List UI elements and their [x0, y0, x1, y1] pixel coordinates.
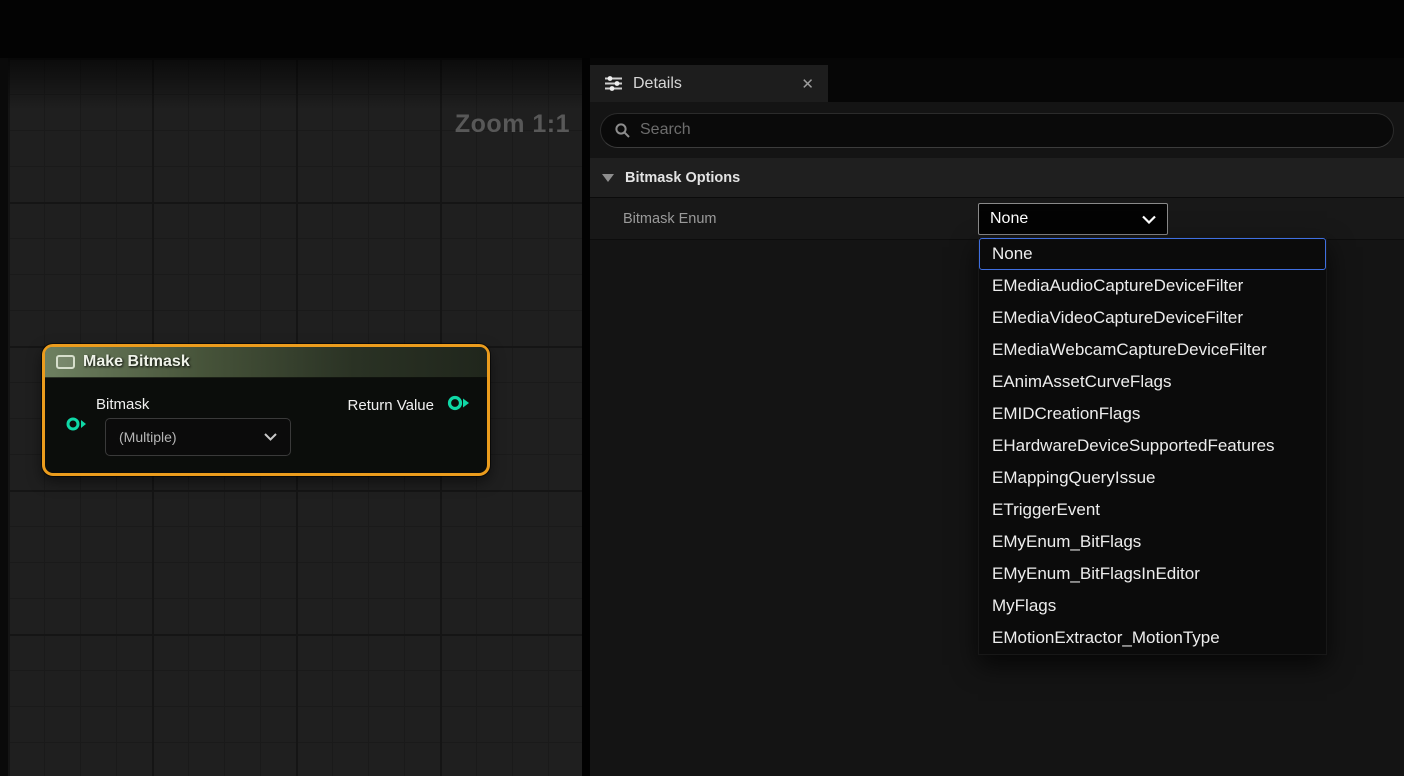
enum-option[interactable]: EMediaAudioCaptureDeviceFilter — [979, 270, 1326, 302]
search-field[interactable] — [600, 113, 1394, 148]
input-pin-label: Bitmask — [96, 396, 149, 413]
chevron-down-icon — [264, 433, 277, 441]
node-header[interactable]: Make Bitmask — [45, 347, 487, 378]
bitmask-value: (Multiple) — [119, 429, 177, 445]
enum-option[interactable]: EMyEnum_BitFlags — [979, 526, 1326, 558]
enum-option[interactable]: EAnimAssetCurveFlags — [979, 366, 1326, 398]
make-bitmask-node[interactable]: Make Bitmask Bitmask (Multiple) Return V… — [42, 344, 490, 476]
enum-option[interactable]: EMappingQueryIssue — [979, 462, 1326, 494]
search-icon — [614, 122, 631, 139]
make-struct-icon — [56, 355, 75, 369]
bitmask-enum-dropdown[interactable]: None — [978, 203, 1168, 235]
unreal-editor-window: Zoom 1:1 Make Bitmask Bitmask (Multiple) — [0, 0, 1404, 776]
property-label: Bitmask Enum — [590, 211, 716, 227]
enum-option[interactable]: None — [979, 238, 1326, 270]
details-panel: Details ✕ Bitmask Options — [590, 58, 1404, 776]
blueprint-graph[interactable]: Zoom 1:1 Make Bitmask Bitmask (Multiple) — [0, 58, 582, 776]
enum-option[interactable]: EMediaWebcamCaptureDeviceFilter — [979, 334, 1326, 366]
node-title: Make Bitmask — [83, 353, 190, 371]
enum-option[interactable]: EMIDCreationFlags — [979, 398, 1326, 430]
section-bitmask-options[interactable]: Bitmask Options — [590, 158, 1404, 198]
search-row — [590, 102, 1404, 158]
enum-option[interactable]: EMotionExtractor_MotionType — [979, 622, 1326, 654]
enum-dropdown-list: NoneEMediaAudioCaptureDeviceFilterEMedia… — [978, 237, 1327, 655]
enum-option[interactable]: MyFlags — [979, 590, 1326, 622]
search-input[interactable] — [640, 121, 1380, 139]
chevron-down-icon — [1142, 215, 1156, 224]
expand-arrow-icon — [602, 174, 614, 182]
tab-details[interactable]: Details ✕ — [590, 65, 828, 102]
details-tab-bar: Details ✕ — [590, 58, 1404, 102]
bitmask-enum-value: None — [990, 210, 1028, 228]
enum-option[interactable]: ETriggerEvent — [979, 494, 1326, 526]
bitmask-enum-row: Bitmask Enum None — [590, 198, 1404, 240]
enum-option[interactable]: EMediaVideoCaptureDeviceFilter — [979, 302, 1326, 334]
zoom-level-label: Zoom 1:1 — [455, 110, 570, 139]
enum-option[interactable]: EHardwareDeviceSupportedFeatures — [979, 430, 1326, 462]
panel-splitter[interactable] — [582, 58, 590, 776]
output-pin-label: Return Value — [348, 397, 434, 414]
top-bar — [0, 0, 1404, 58]
tab-details-label: Details — [633, 75, 682, 93]
close-icon[interactable]: ✕ — [801, 75, 814, 93]
return-value-output-pin[interactable] — [446, 394, 471, 412]
section-title: Bitmask Options — [625, 170, 740, 186]
bitmask-input-pin[interactable] — [65, 416, 89, 432]
enum-option[interactable]: EMyEnum_BitFlagsInEditor — [979, 558, 1326, 590]
details-icon — [604, 75, 623, 92]
bitmask-value-dropdown[interactable]: (Multiple) — [105, 418, 291, 456]
